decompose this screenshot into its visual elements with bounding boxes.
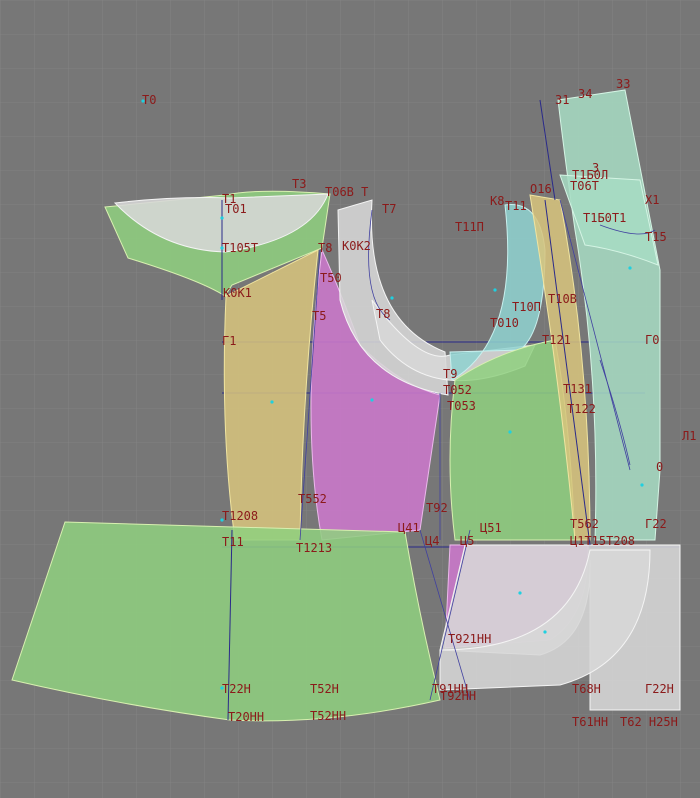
- point-label: T50: [320, 271, 342, 285]
- point-label: Ц5: [460, 534, 474, 548]
- point-marker: [270, 400, 274, 404]
- point-label: T10B: [548, 292, 577, 306]
- point-label: 33: [616, 77, 630, 91]
- point-label: T052: [443, 383, 472, 397]
- point-label: T7: [382, 202, 396, 216]
- point-label: Ц4: [425, 534, 439, 548]
- point-label: T105T: [222, 241, 258, 255]
- pattern-drawing[interactable]: T0 T1 T01 T3 T06B Т T7 T105T T8 K0K2 T50…: [0, 0, 700, 798]
- point-label: T5: [312, 309, 326, 323]
- point-label: T92НН: [440, 689, 476, 703]
- point-label: Л1: [682, 429, 696, 443]
- point-marker: [390, 296, 394, 300]
- point-label: T8: [318, 241, 332, 255]
- point-label: T61НН: [572, 715, 608, 729]
- point-label: T3: [292, 177, 306, 191]
- point-label: 0: [656, 460, 663, 474]
- point-label: T11: [222, 535, 244, 549]
- point-label: Г1: [222, 334, 236, 348]
- point-marker: [628, 266, 632, 270]
- point-label: T921НН: [448, 632, 491, 646]
- point-label: O16: [530, 182, 552, 196]
- point-label: T11П: [455, 220, 484, 234]
- point-label: T9: [443, 367, 457, 381]
- point-label: T52НН: [310, 709, 346, 723]
- point-label: T10П: [512, 300, 541, 314]
- point-label: T22Н: [222, 682, 251, 696]
- point-label: T20НН: [228, 710, 264, 724]
- point-label: T11: [505, 199, 527, 213]
- point-marker: [508, 430, 512, 434]
- pattern-canvas[interactable]: T0 T1 T01 T3 T06B Т T7 T105T T8 K0K2 T50…: [0, 0, 700, 798]
- point-label: T1Б0Л: [572, 168, 608, 182]
- point-label: T1208: [222, 509, 258, 523]
- point-label: Т62 Н25Н: [620, 715, 678, 729]
- point-label: T01: [225, 202, 247, 216]
- point-label: T122: [567, 402, 596, 416]
- point-label: T1213: [296, 541, 332, 555]
- point-marker: [493, 288, 497, 292]
- point-marker: [370, 398, 374, 402]
- point-label: K0K1: [223, 286, 252, 300]
- point-label: 34: [578, 87, 592, 101]
- point-label: Ц41: [398, 521, 420, 535]
- point-label: T053: [447, 399, 476, 413]
- point-label: T131: [563, 382, 592, 396]
- point-label: T010: [490, 316, 519, 330]
- point-label: T92: [426, 501, 448, 515]
- point-label: T552: [298, 492, 327, 506]
- point-label: T68Н: [572, 682, 601, 696]
- point-label: Г22: [645, 517, 667, 531]
- point-label: T52Н: [310, 682, 339, 696]
- point-label: T121: [542, 333, 571, 347]
- point-label: T8: [376, 307, 390, 321]
- point-label: Г0: [645, 333, 659, 347]
- point-marker: [220, 216, 224, 220]
- point-label: T06B Т: [325, 185, 368, 199]
- point-label: T1Б0Т1: [583, 211, 626, 225]
- point-label: Ц51: [480, 521, 502, 535]
- point-label: K8: [490, 194, 504, 208]
- point-marker: [543, 630, 547, 634]
- point-marker: [518, 591, 522, 595]
- point-label: T15: [645, 230, 667, 244]
- point-label: X1: [645, 193, 659, 207]
- point-label: T562: [570, 517, 599, 531]
- point-marker: [640, 483, 644, 487]
- point-label: 31: [555, 93, 569, 107]
- point-label: Г22Н: [645, 682, 674, 696]
- point-label: Ц1Т15Т208: [570, 534, 635, 548]
- point-label: T0: [142, 93, 156, 107]
- point-label: K0K2: [342, 239, 371, 253]
